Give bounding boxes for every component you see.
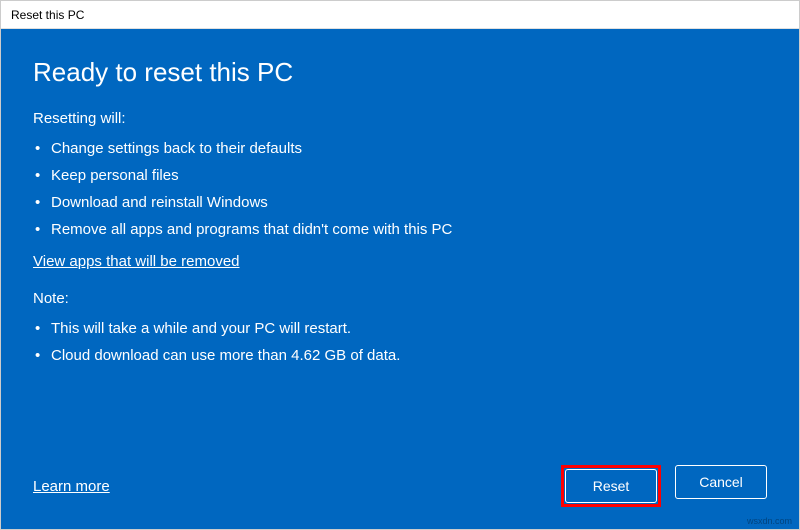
watermark: wsxdn.com [747,516,792,526]
resetting-will-label: Resetting will: [33,110,767,127]
cancel-button-wrap: Cancel [675,465,767,507]
reset-button[interactable]: Reset [565,469,657,503]
footer: Learn more Reset Cancel [33,465,767,507]
note-label: Note: [33,290,767,307]
list-item: Remove all apps and programs that didn't… [33,216,767,243]
view-apps-link[interactable]: View apps that will be removed [33,253,767,270]
content-area: Ready to reset this PC Resetting will: C… [1,29,799,529]
list-item: Cloud download can use more than 4.62 GB… [33,342,767,369]
list-item: Keep personal files [33,162,767,189]
button-row: Reset Cancel [561,465,767,507]
list-item: This will take a while and your PC will … [33,315,767,342]
window-title: Reset this PC [11,8,84,22]
reset-pc-window: Reset this PC Ready to reset this PC Res… [0,0,800,530]
resetting-will-list: Change settings back to their defaults K… [33,135,767,243]
cancel-button[interactable]: Cancel [675,465,767,499]
note-list: This will take a while and your PC will … [33,315,767,369]
learn-more-link[interactable]: Learn more [33,478,110,495]
titlebar: Reset this PC [1,1,799,29]
reset-button-highlight: Reset [561,465,661,507]
list-item: Change settings back to their defaults [33,135,767,162]
page-heading: Ready to reset this PC [33,57,767,88]
list-item: Download and reinstall Windows [33,189,767,216]
